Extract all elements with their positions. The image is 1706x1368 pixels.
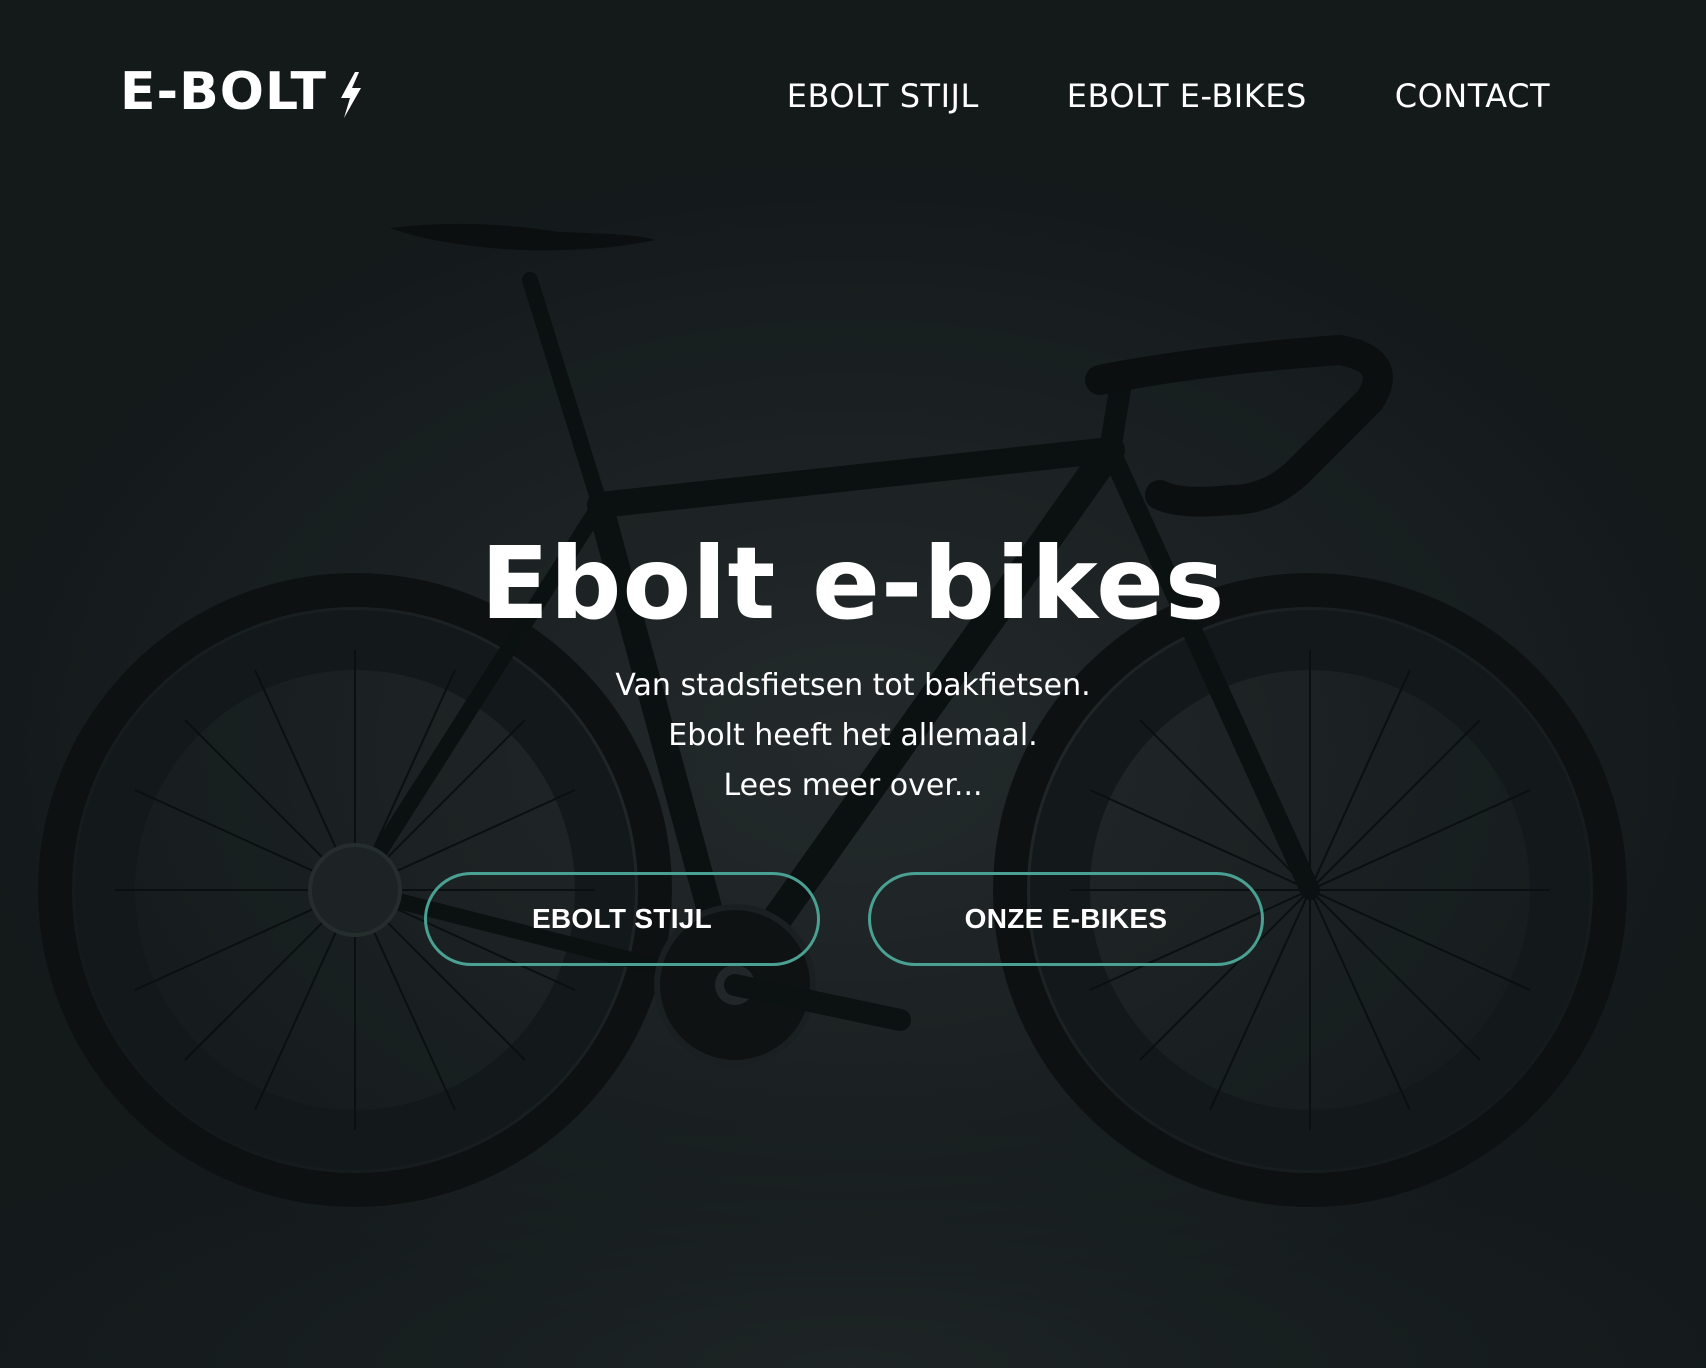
hero-subtitle-line: Ebolt heeft het allemaal. (668, 718, 1038, 753)
nav-ebolt-stijl[interactable]: EBOLT STIJL (787, 72, 979, 120)
onze-e-bikes-button[interactable]: ONZE E-BIKES (868, 872, 1264, 966)
main-nav: EBOLT STIJL EBOLT E-BIKES CONTACT (787, 72, 1550, 120)
brand-logo[interactable]: E-BOLT (120, 62, 365, 126)
nav-contact[interactable]: CONTACT (1395, 72, 1550, 120)
hero-section: E-BOLT EBOLT STIJL EBOLT E-BIKES CONTACT… (0, 0, 1706, 1368)
lightning-bolt-icon (341, 72, 361, 118)
site-header: E-BOLT EBOLT STIJL EBOLT E-BIKES CONTACT (0, 0, 1706, 190)
hero-subtitle-line: Lees meer over... (723, 768, 983, 803)
logo-text: E-BOLT (120, 62, 327, 122)
hero-content: Ebolt e-bikes Van stadsfietsen tot bakfi… (0, 525, 1706, 811)
hero-buttons: EBOLT STIJL ONZE E-BIKES (0, 872, 1706, 966)
hero-subtitle-line: Van stadsfietsen tot bakfietsen. (615, 668, 1091, 703)
hero-title: Ebolt e-bikes (480, 525, 1226, 642)
hero-subtitle: Van stadsfietsen tot bakfietsen. Ebolt h… (0, 661, 1706, 811)
ebolt-stijl-button[interactable]: EBOLT STIJL (424, 872, 820, 966)
nav-ebolt-e-bikes[interactable]: EBOLT E-BIKES (1067, 72, 1307, 120)
